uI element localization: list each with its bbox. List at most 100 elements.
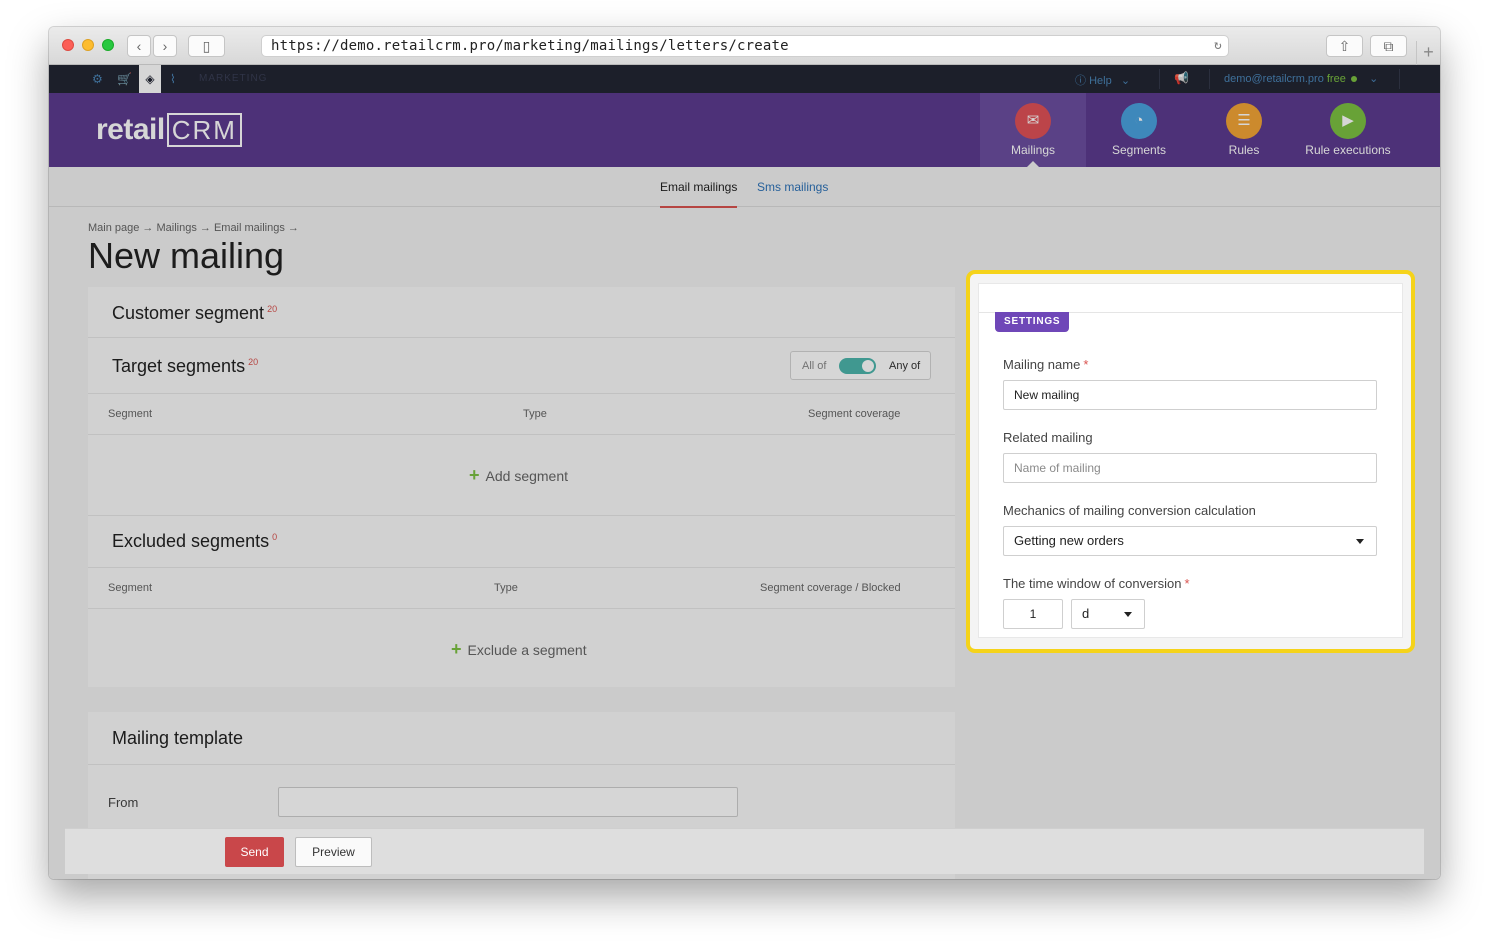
divider — [88, 337, 955, 338]
exclude-segment-button[interactable]: + Exclude a segment — [451, 639, 587, 660]
col-segment-coverage-blocked: Segment coverage / Blocked — [760, 582, 901, 594]
tabs-overview-icon[interactable]: ⧉ — [1370, 35, 1407, 57]
related-mailing-input[interactable]: Name of mailing — [1003, 453, 1377, 483]
divider — [88, 393, 955, 394]
settings-icon[interactable]: ⚙ — [92, 72, 103, 86]
mailing-name-label-text: Mailing name — [1003, 357, 1081, 372]
reload-icon[interactable]: ↻ — [1214, 36, 1222, 56]
from-input[interactable] — [278, 787, 738, 817]
settings-badge: SETTINGS — [995, 312, 1070, 332]
time-window-unit: d — [1082, 606, 1090, 621]
help-label: Help — [1089, 75, 1112, 87]
divider — [88, 434, 955, 435]
tab-email-mailings[interactable]: Email mailings — [660, 180, 738, 208]
divider — [1399, 69, 1400, 89]
col-type: Type — [523, 408, 547, 420]
switch-knob — [862, 360, 874, 372]
user-menu[interactable]: demo@retailcrm.pro free ⌄ — [1224, 72, 1378, 85]
col-segment: Segment — [108, 582, 153, 594]
logo-text: retail — [96, 113, 165, 146]
plus-icon: + — [469, 465, 480, 485]
settings-highlight: SETTINGS Mailing name * New mailing Relat… — [966, 270, 1415, 653]
settings-panel: SETTINGS Mailing name * New mailing Relat… — [979, 284, 1402, 637]
add-segment-label: Add segment — [485, 468, 569, 484]
online-status-icon — [1350, 76, 1357, 83]
segments-icon: ◔ — [1121, 103, 1157, 139]
toggle-any-of[interactable]: Any of — [889, 360, 920, 372]
excluded-segments-count: 0 — [272, 532, 278, 542]
divider — [1209, 69, 1210, 89]
play-icon: ▶ — [1330, 103, 1366, 139]
target-segments-heading: Target segments 20 — [112, 356, 258, 377]
browser-toolbar: ‹ › ▯ https://demo.retailcrm.pro/marketi… — [49, 27, 1440, 65]
mailing-template-title: Mailing template — [112, 728, 244, 748]
add-segment-button[interactable]: + Add segment — [469, 465, 568, 486]
nav-rules[interactable]: ☰ Rules — [1191, 93, 1297, 167]
help-link[interactable]: ⓘ Help ⌄ — [1075, 72, 1130, 88]
divider — [88, 764, 955, 765]
col-type: Type — [494, 582, 518, 594]
mailing-type-tabs: Email mailings Sms mailings — [49, 167, 1440, 208]
cart-icon[interactable]: 🛒 — [117, 72, 132, 86]
nav-mailings-label: Mailings — [1010, 143, 1055, 157]
required-mark: * — [1083, 357, 1089, 372]
target-segments-count: 20 — [248, 357, 259, 367]
back-icon[interactable]: ‹ — [127, 35, 151, 57]
url-text: https://demo.retailcrm.pro/marketing/mai… — [271, 38, 789, 54]
nav-rule-executions[interactable]: ▶ Rule executions — [1296, 93, 1400, 167]
mailing-name-label: Mailing name * — [1003, 357, 1088, 372]
mechanics-select[interactable]: Getting new orders — [1003, 526, 1377, 556]
nav-mailings[interactable]: ✉ Mailings — [980, 93, 1086, 167]
forward-icon[interactable]: › — [153, 35, 177, 57]
segments-panel: Customer segment 20 Target segments 20 All… — [88, 287, 955, 687]
app-header: retail CRM ✉ Mailings ◔ Segments ☰ Rules … — [49, 93, 1440, 167]
mailing-name-input[interactable]: New mailing — [1003, 380, 1377, 410]
mail-icon: ✉ — [1015, 103, 1051, 139]
mechanics-label: Mechanics of mailing conversion calculat… — [1003, 503, 1256, 518]
retailcrm-logo[interactable]: retail CRM — [96, 113, 242, 147]
toggle-all-of[interactable]: All of — [802, 360, 826, 372]
divider — [1159, 69, 1160, 89]
customer-segment-title: Customer segment — [112, 303, 265, 323]
mechanics-value: Getting new orders — [1014, 533, 1124, 548]
plus-icon: + — [451, 639, 462, 659]
close-window-button[interactable] — [62, 39, 74, 51]
send-button[interactable]: Send — [225, 837, 284, 867]
time-window-value-input[interactable]: 1 — [1003, 599, 1063, 629]
chevron-down-icon — [1356, 539, 1364, 544]
nav-segments-label: Segments — [1111, 143, 1167, 157]
divider — [88, 515, 955, 516]
marketing-icon[interactable]: ◈ — [139, 65, 161, 93]
match-mode-toggle[interactable]: All of Any of — [790, 351, 931, 380]
match-mode-switch[interactable] — [839, 358, 876, 374]
rules-icon: ☰ — [1226, 103, 1262, 139]
page-title: New mailing — [88, 235, 285, 276]
target-segments-title: Target segments — [112, 356, 246, 376]
new-tab-icon[interactable]: + — [1416, 41, 1440, 65]
share-icon[interactable]: ⇧ — [1326, 35, 1363, 57]
from-label: From — [108, 795, 139, 810]
section-label: MARKETING — [199, 73, 268, 84]
nav-segments[interactable]: ◔ Segments — [1086, 93, 1192, 167]
logo-crm: CRM — [166, 113, 242, 147]
divider — [88, 567, 955, 568]
nav-rules-label: Rules — [1228, 143, 1260, 157]
minimize-window-button[interactable] — [82, 39, 94, 51]
address-bar[interactable]: https://demo.retailcrm.pro/marketing/mai… — [261, 35, 1229, 57]
required-mark: * — [1184, 576, 1190, 591]
action-bar: Send Preview — [65, 828, 1424, 874]
sidebar-icon[interactable]: ▯ — [188, 35, 225, 57]
preview-button[interactable]: Preview — [295, 837, 372, 867]
breadcrumb[interactable]: Main page → Mailings → Email mailings → — [88, 222, 299, 234]
zoom-window-button[interactable] — [102, 39, 114, 51]
col-segment: Segment — [108, 408, 153, 420]
time-window-unit-select[interactable]: d — [1071, 599, 1145, 629]
col-segment-coverage: Segment coverage — [808, 408, 901, 420]
notifications-icon[interactable]: 📢 — [1174, 71, 1189, 85]
divider — [88, 608, 955, 609]
time-window-label: The time window of conversion * — [1003, 576, 1190, 591]
tab-sms-mailings[interactable]: Sms mailings — [757, 180, 828, 194]
exclude-segment-label: Exclude a segment — [467, 642, 587, 658]
excluded-segments-title: Excluded segments — [112, 531, 270, 551]
analytics-icon[interactable]: ⌇ — [170, 72, 176, 86]
